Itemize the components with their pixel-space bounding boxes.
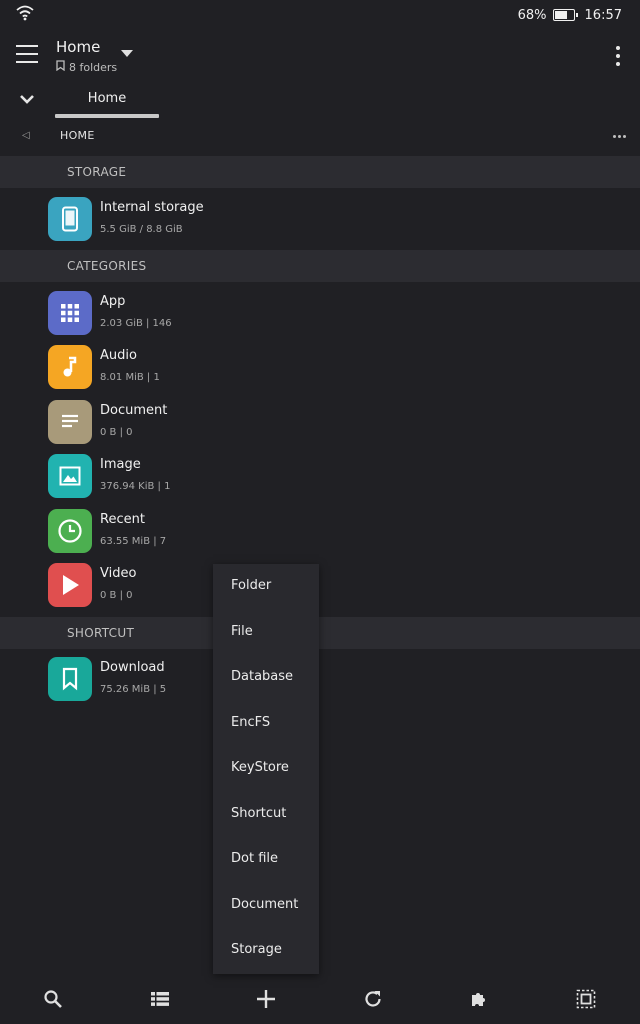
- menu-item-keystore[interactable]: KeyStore: [213, 746, 319, 791]
- list-item-recent[interactable]: Recent 63.55 MiB | 7: [0, 504, 640, 558]
- section-categories: CATEGORIES: [0, 250, 640, 282]
- status-bar: 68% 16:57: [0, 0, 640, 30]
- bottom-action-bar: [0, 974, 640, 1024]
- play-icon: [48, 563, 92, 607]
- menu-item-storage[interactable]: Storage: [213, 928, 319, 973]
- item-subtitle: 0 B | 0: [100, 590, 133, 601]
- list-item-document[interactable]: Document 0 B | 0: [0, 395, 640, 449]
- list-item-video[interactable]: Video 0 B | 0: [0, 558, 640, 612]
- document-lines-icon: [48, 400, 92, 444]
- item-subtitle: 2.03 GiB | 146: [100, 318, 172, 329]
- back-triangle-icon[interactable]: ◁: [22, 130, 30, 141]
- list-item-app[interactable]: App 2.03 GiB | 146: [0, 286, 640, 340]
- item-title: App: [100, 294, 126, 309]
- item-subtitle: 5.5 GiB / 8.8 GiB: [100, 224, 183, 235]
- list-item-audio[interactable]: Audio 8.01 MiB | 1: [0, 340, 640, 394]
- breadcrumb: ◁ HOME: [0, 120, 640, 152]
- menu-item-dot-file[interactable]: Dot file: [213, 837, 319, 882]
- list-item-internal-storage[interactable]: Internal storage 5.5 GiB / 8.8 GiB: [0, 192, 640, 246]
- create-popup-menu: Folder File Database EncFS KeyStore Shor…: [213, 564, 319, 974]
- image-icon: [48, 454, 92, 498]
- item-title: Download: [100, 660, 165, 675]
- title-block[interactable]: Home 8 folders: [56, 38, 117, 74]
- wifi-icon: [16, 5, 34, 25]
- item-title: Audio: [100, 348, 137, 363]
- menu-item-folder[interactable]: Folder: [213, 564, 319, 609]
- select-all-icon[interactable]: [573, 986, 599, 1012]
- folder-count: 8 folders: [69, 60, 118, 74]
- section-storage: STORAGE: [0, 156, 640, 188]
- battery-level: [554, 11, 567, 19]
- chevron-down-icon[interactable]: [18, 90, 36, 112]
- item-title: Recent: [100, 512, 145, 527]
- bookmark-icon: [48, 657, 92, 701]
- breadcrumb-home[interactable]: HOME: [60, 129, 95, 142]
- item-title: Internal storage: [100, 200, 204, 215]
- battery-percent: 68%: [517, 7, 547, 23]
- more-horiz-icon[interactable]: [613, 135, 626, 138]
- bookmark-icon: [56, 60, 65, 74]
- battery-icon: [552, 9, 578, 21]
- clock-icon: [48, 509, 92, 553]
- extension-icon[interactable]: [466, 986, 492, 1012]
- clock-time: 16:57: [584, 7, 622, 23]
- page-title: Home: [56, 38, 101, 56]
- menu-item-shortcut[interactable]: Shortcut: [213, 792, 319, 837]
- add-icon[interactable]: [253, 986, 279, 1012]
- music-note-icon: [48, 345, 92, 389]
- item-subtitle: 75.26 MiB | 5: [100, 684, 167, 695]
- more-vert-icon[interactable]: [616, 46, 620, 66]
- list-view-icon[interactable]: [147, 986, 173, 1012]
- menu-item-document[interactable]: Document: [213, 883, 319, 928]
- item-title: Video: [100, 566, 137, 581]
- menu-item-file[interactable]: File: [213, 610, 319, 655]
- item-title: Image: [100, 457, 141, 472]
- menu-icon[interactable]: [16, 45, 40, 65]
- tab-home[interactable]: Home: [55, 82, 159, 118]
- page-subtitle: 8 folders: [56, 60, 117, 74]
- item-subtitle: 376.94 KiB | 1: [100, 481, 171, 492]
- menu-item-database[interactable]: Database: [213, 655, 319, 700]
- top-toolbar: Home 8 folders: [0, 30, 640, 82]
- search-icon[interactable]: [40, 986, 66, 1012]
- list-item-image[interactable]: Image 376.94 KiB | 1: [0, 449, 640, 503]
- section-shortcut: SHORTCUT: [0, 617, 640, 649]
- item-subtitle: 63.55 MiB | 7: [100, 536, 167, 547]
- tabs-row: Home: [0, 82, 640, 120]
- list-item-download[interactable]: Download 75.26 MiB | 5: [0, 652, 640, 706]
- menu-item-encfs[interactable]: EncFS: [213, 701, 319, 746]
- tab-indicator: [55, 114, 159, 118]
- item-title: Document: [100, 403, 168, 418]
- item-subtitle: 0 B | 0: [100, 427, 133, 438]
- item-subtitle: 8.01 MiB | 1: [100, 372, 160, 383]
- apps-grid-icon: [48, 291, 92, 335]
- dropdown-icon[interactable]: [121, 50, 133, 57]
- refresh-icon[interactable]: [360, 986, 386, 1012]
- phone-icon: [48, 197, 92, 241]
